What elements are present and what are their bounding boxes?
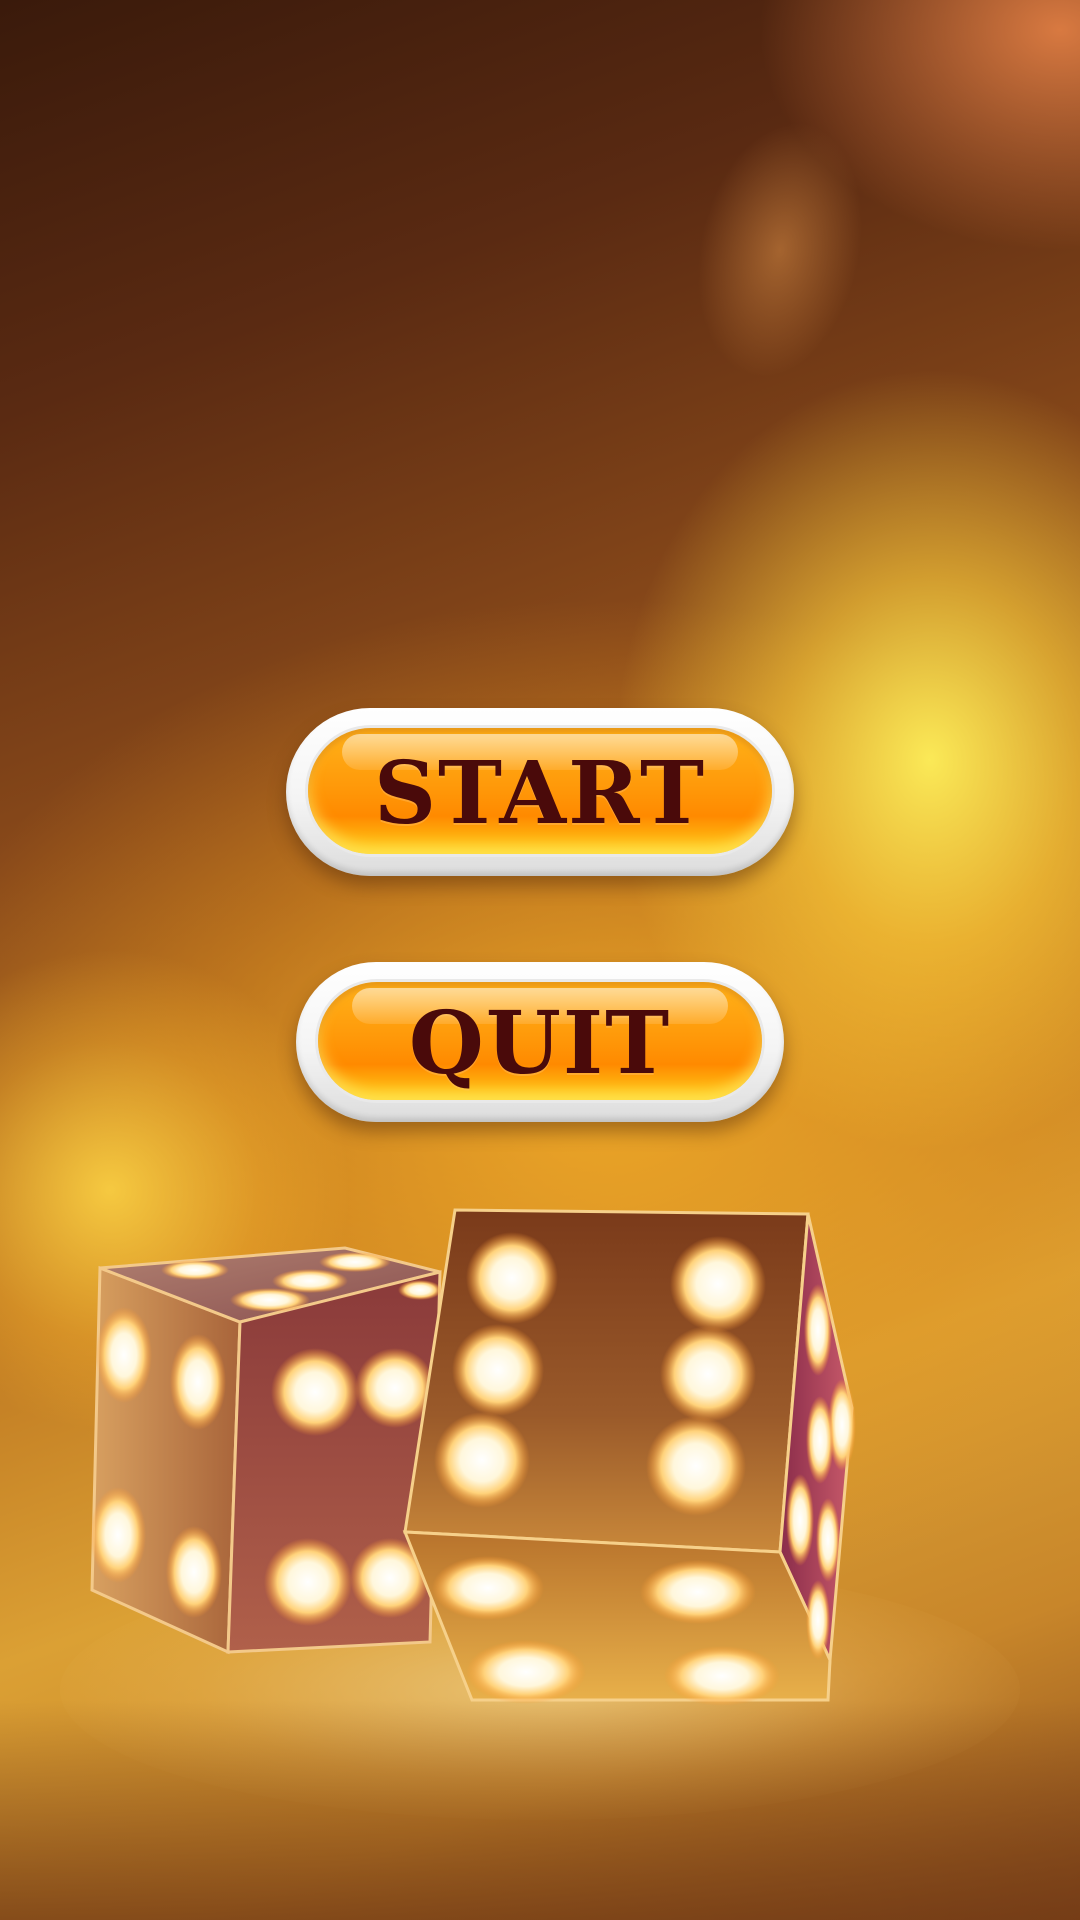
- quit-button[interactable]: QUIT: [296, 962, 784, 1122]
- left-die: [90, 1246, 442, 1655]
- start-button[interactable]: START: [286, 708, 794, 876]
- quit-button-label: QUIT: [408, 992, 672, 1094]
- quit-button-face: QUIT: [318, 982, 762, 1100]
- start-button-label: START: [373, 742, 707, 844]
- game-background: START QUIT: [0, 0, 1080, 1920]
- dice-illustration: [90, 1208, 856, 1706]
- right-die: [402, 1208, 856, 1706]
- start-button-face: START: [308, 728, 772, 854]
